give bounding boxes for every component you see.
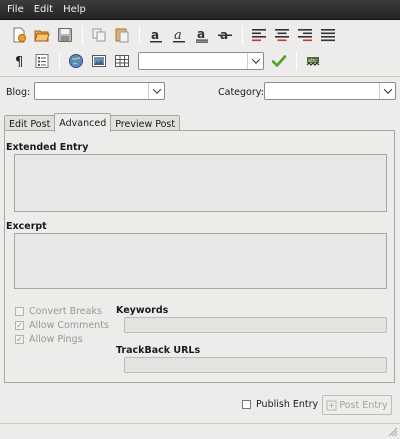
chevron-down-icon xyxy=(379,83,395,99)
convert-breaks-option[interactable]: Convert Breaks xyxy=(15,306,102,317)
formatting-toolbar: a a a a xyxy=(0,22,400,48)
svg-text:abc: abc xyxy=(308,58,317,64)
blog-label: Blog: xyxy=(6,87,31,98)
insert-toolbar: ¶ abc xyxy=(0,49,400,73)
keywords-field[interactable] xyxy=(124,317,387,333)
allow-pings-option[interactable]: ✓ Allow Pings xyxy=(15,334,83,345)
allow-comments-label: Allow Comments xyxy=(29,320,109,331)
svg-text:a: a xyxy=(151,28,159,42)
list-icon[interactable] xyxy=(31,50,53,72)
svg-text:¶: ¶ xyxy=(15,55,23,69)
publish-entry-option[interactable]: Publish Entry xyxy=(242,399,318,410)
paste-icon[interactable] xyxy=(111,24,133,46)
allow-pings-checkbox[interactable]: ✓ xyxy=(15,335,24,344)
toolbar-separator xyxy=(242,26,243,44)
svg-text:a: a xyxy=(197,27,205,41)
save-icon[interactable] xyxy=(54,24,76,46)
convert-breaks-label: Convert Breaks xyxy=(29,306,102,317)
publish-entry-label: Publish Entry xyxy=(256,399,319,410)
toolbar-separator xyxy=(82,26,83,44)
align-justify-icon[interactable] xyxy=(317,24,339,46)
convert-breaks-checkbox[interactable] xyxy=(15,307,24,316)
trackback-label: TrackBack URLs xyxy=(116,345,201,356)
status-bar xyxy=(0,423,400,439)
trackback-urls-field[interactable] xyxy=(124,357,387,373)
toolbar-separator xyxy=(139,26,140,44)
align-center-icon[interactable] xyxy=(271,24,293,46)
toolbar-separator xyxy=(296,52,297,70)
menu-edit[interactable]: Edit xyxy=(29,4,58,15)
post-entry-button[interactable]: Post Entry xyxy=(322,395,392,415)
keywords-label: Keywords xyxy=(116,305,169,316)
align-left-icon[interactable] xyxy=(248,24,270,46)
svg-text:a: a xyxy=(174,28,182,43)
resize-grip-icon[interactable] xyxy=(388,427,398,437)
allow-comments-option[interactable]: ✓ Allow Comments xyxy=(15,320,109,331)
publish-entry-checkbox[interactable] xyxy=(242,400,251,409)
apply-check-icon[interactable] xyxy=(268,50,290,72)
paragraph-icon[interactable]: ¶ xyxy=(8,50,30,72)
table-icon[interactable] xyxy=(111,50,133,72)
category-label: Category: xyxy=(218,87,264,98)
category-select[interactable] xyxy=(264,82,396,100)
spellcheck-icon[interactable]: abc xyxy=(302,50,324,72)
bold-icon[interactable]: a xyxy=(145,24,167,46)
excerpt-textarea[interactable] xyxy=(14,233,387,289)
advanced-panel: Extended Entry Excerpt Convert Breaks ✓ … xyxy=(4,130,395,383)
menu-file[interactable]: File xyxy=(0,4,29,15)
underline-icon[interactable]: a xyxy=(191,24,213,46)
open-folder-icon[interactable] xyxy=(31,24,53,46)
menu-bar: File Edit Help xyxy=(0,0,400,20)
allow-pings-label: Allow Pings xyxy=(29,334,83,345)
globe-link-icon[interactable] xyxy=(65,50,87,72)
align-right-icon[interactable] xyxy=(294,24,316,46)
excerpt-label: Excerpt xyxy=(6,221,47,232)
blog-select[interactable] xyxy=(34,82,165,100)
format-select[interactable] xyxy=(138,52,264,70)
editor-tabs: Edit Post Advanced Preview Post xyxy=(4,113,181,132)
tab-advanced[interactable]: Advanced xyxy=(54,113,112,132)
toolbar-divider xyxy=(0,76,400,77)
chevron-down-icon xyxy=(247,53,263,69)
strikethrough-icon[interactable]: a xyxy=(214,24,236,46)
allow-comments-checkbox[interactable]: ✓ xyxy=(15,321,24,330)
copy-icon[interactable] xyxy=(88,24,110,46)
extended-entry-label: Extended Entry xyxy=(6,142,89,153)
italic-icon[interactable]: a xyxy=(168,24,190,46)
chevron-down-icon xyxy=(148,83,164,99)
extended-entry-textarea[interactable] xyxy=(14,154,387,212)
new-document-icon[interactable] xyxy=(8,24,30,46)
toolbar-separator xyxy=(59,52,60,70)
image-icon[interactable] xyxy=(88,50,110,72)
post-entry-icon xyxy=(326,400,337,410)
menu-help[interactable]: Help xyxy=(58,4,91,15)
post-entry-label: Post Entry xyxy=(339,399,388,411)
